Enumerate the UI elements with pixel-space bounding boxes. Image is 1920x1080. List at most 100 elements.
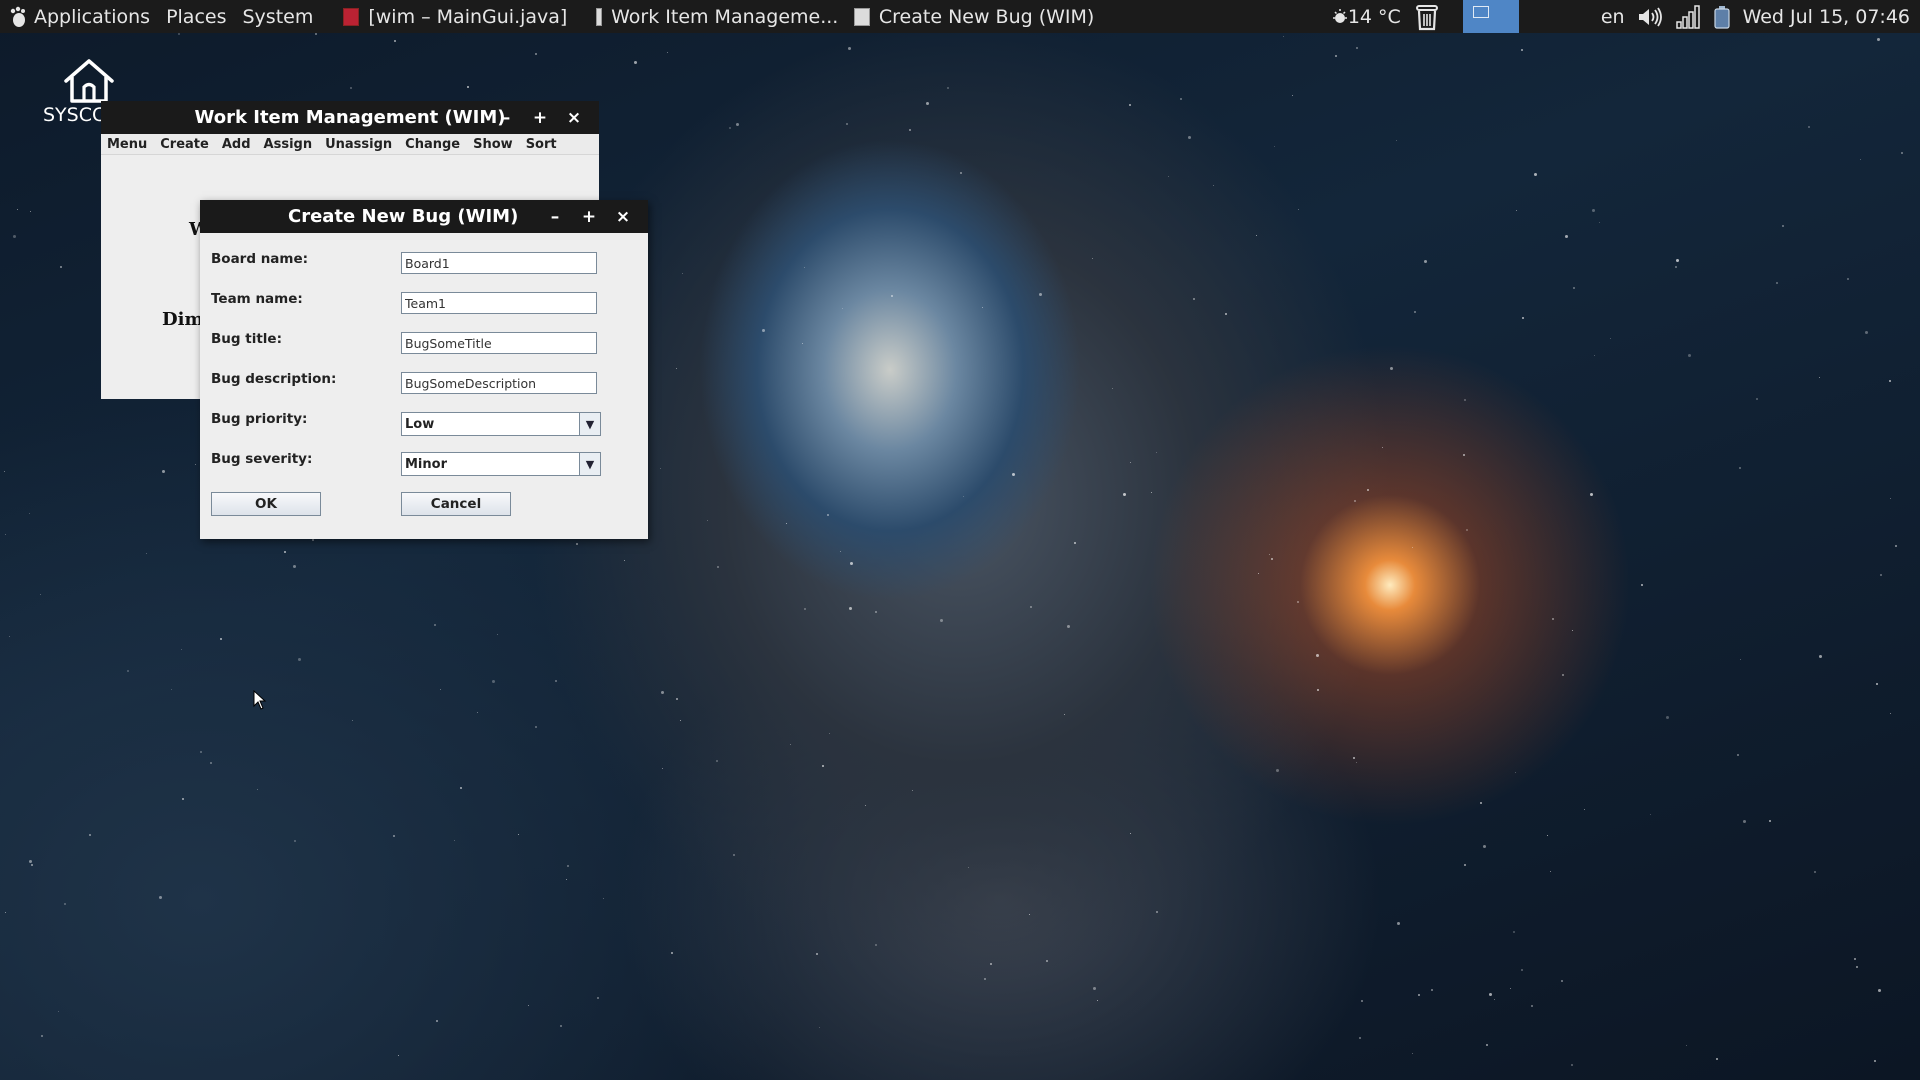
bug-severity-select[interactable]: Minor ▼: [401, 452, 601, 476]
menu-change[interactable]: Change: [405, 137, 460, 152]
star: [1590, 493, 1593, 496]
star: [29, 513, 30, 514]
star: [1880, 574, 1882, 576]
star: [597, 997, 599, 999]
star: [293, 565, 296, 568]
weather-applet[interactable]: 14 °C: [1326, 0, 1407, 33]
star: [1029, 914, 1030, 915]
star: [535, 53, 537, 55]
battery-applet[interactable]: [1707, 0, 1737, 33]
star: [1769, 820, 1771, 822]
star: [1064, 714, 1065, 715]
weather-temperature: 14 °C: [1347, 5, 1401, 28]
ok-button[interactable]: OK: [211, 492, 321, 516]
bug-priority-select[interactable]: Low ▼: [401, 412, 601, 436]
applications-menu-label: Applications: [34, 5, 151, 28]
taskbar-item-create-bug[interactable]: Create New Bug (WIM): [846, 0, 1102, 33]
star: [1431, 989, 1433, 991]
dropdown-arrow-icon[interactable]: ▼: [579, 413, 600, 435]
menu-assign[interactable]: Assign: [264, 137, 313, 152]
team-name-input[interactable]: [401, 292, 597, 314]
menu-menu[interactable]: Menu: [107, 137, 147, 152]
star: [1067, 625, 1070, 628]
trash-applet[interactable]: [1407, 0, 1451, 33]
form-row-board-name: Board name:: [211, 249, 631, 277]
places-menu[interactable]: Places: [158, 0, 234, 33]
star: [1676, 259, 1679, 262]
cancel-button[interactable]: Cancel: [401, 492, 511, 516]
star: [1739, 467, 1741, 469]
main-window-titlebar[interactable]: Work Item Management (WIM) – + ×: [101, 101, 599, 134]
clock-applet[interactable]: Wed Jul 15, 07:46: [1737, 0, 1920, 33]
dialog-titlebar[interactable]: Create New Bug (WIM) – + ×: [200, 200, 648, 233]
mouse-cursor-icon: [253, 690, 267, 710]
star: [940, 619, 943, 622]
star: [1522, 317, 1524, 319]
star: [1356, 47, 1358, 49]
star: [963, 496, 964, 497]
bug-severity-label: Bug severity:: [211, 451, 313, 467]
star: [1418, 994, 1420, 996]
star: [634, 61, 637, 64]
create-bug-dialog: Create New Bug (WIM) – + × Board name: T…: [200, 200, 648, 539]
star: [1856, 966, 1858, 968]
star: [393, 835, 395, 837]
star: [477, 712, 478, 713]
volume-applet[interactable]: [1631, 0, 1669, 33]
minimize-button[interactable]: –: [538, 207, 572, 227]
gnome-foot-icon: [10, 6, 25, 27]
close-button[interactable]: ×: [606, 207, 640, 227]
form-row-bug-description: Bug description:: [211, 369, 631, 397]
maximize-button[interactable]: +: [572, 207, 606, 227]
board-name-input[interactable]: [401, 252, 597, 274]
star: [1599, 222, 1600, 223]
star: [1168, 176, 1169, 177]
star: [1297, 601, 1299, 603]
applications-menu[interactable]: Applications: [0, 0, 158, 33]
close-button[interactable]: ×: [557, 108, 591, 128]
taskbar-item-wim[interactable]: Work Item Manageme...: [588, 0, 846, 33]
star: [1354, 500, 1356, 502]
star: [1877, 38, 1880, 41]
star: [1895, 545, 1897, 547]
bug-description-label: Bug description:: [211, 371, 337, 387]
star: [528, 1005, 529, 1006]
workspace-pager[interactable]: [1462, 0, 1519, 33]
star: [64, 903, 66, 905]
bug-title-input[interactable]: [401, 332, 597, 354]
star: [822, 765, 824, 767]
star: [31, 864, 33, 866]
star: [1552, 618, 1554, 620]
star: [352, 720, 353, 721]
star: [802, 343, 803, 344]
star: [1156, 452, 1157, 453]
star: [736, 123, 739, 126]
star: [1424, 260, 1427, 263]
star: [460, 787, 462, 789]
star: [984, 978, 986, 980]
menu-unassign[interactable]: Unassign: [325, 137, 392, 152]
menu-create[interactable]: Create: [160, 137, 209, 152]
star: [294, 840, 296, 842]
star: [850, 562, 853, 565]
star: [535, 726, 537, 728]
star: [1046, 960, 1048, 962]
star: [816, 953, 818, 955]
menu-sort[interactable]: Sort: [526, 137, 557, 152]
minimize-button[interactable]: –: [489, 108, 523, 128]
maximize-button[interactable]: +: [523, 108, 557, 128]
taskbar-item-mainGui[interactable]: [wim – MainGui.java]: [335, 0, 588, 33]
menu-add[interactable]: Add: [222, 137, 251, 152]
keyboard-layout-indicator[interactable]: en: [1595, 0, 1631, 33]
network-applet[interactable]: [1669, 0, 1707, 33]
star: [982, 307, 983, 308]
taskbar-item-label: [wim – MainGui.java]: [368, 5, 568, 28]
bug-description-input[interactable]: [401, 372, 597, 394]
star: [350, 87, 352, 89]
star: [1464, 864, 1466, 866]
star: [1716, 1058, 1718, 1060]
system-menu[interactable]: System: [234, 0, 321, 33]
star: [1814, 871, 1816, 873]
menu-show[interactable]: Show: [473, 137, 513, 152]
dropdown-arrow-icon[interactable]: ▼: [579, 453, 600, 475]
